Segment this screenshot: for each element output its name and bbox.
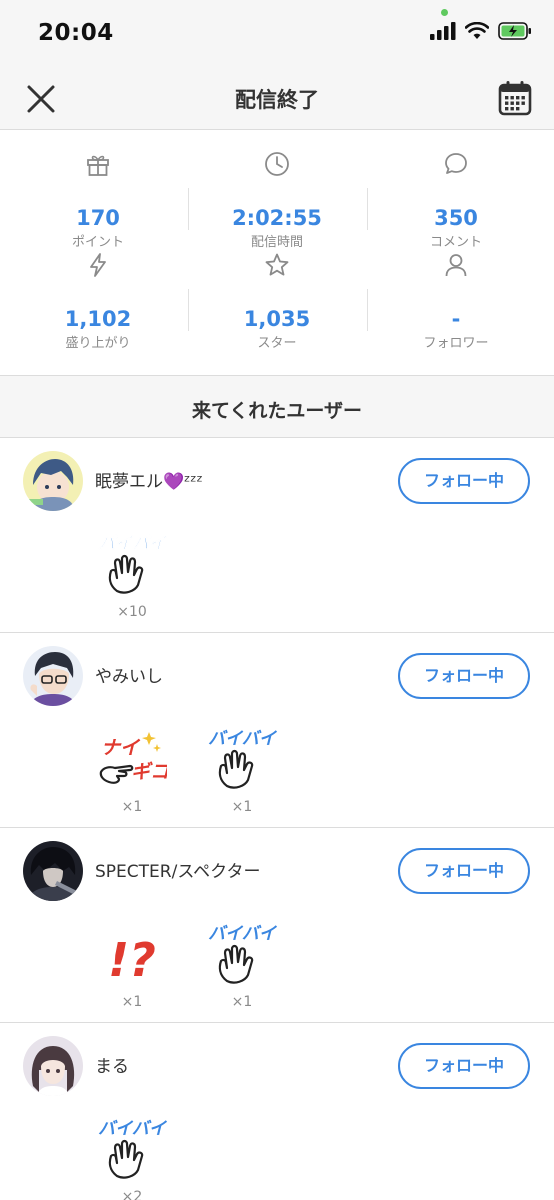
stat-excitement: 1,102 盛り上がり [6,252,190,352]
stat-label: 配信時間 [250,235,303,250]
stamp-text: ギコ [131,761,167,783]
stat-value: 2:02:55 [232,206,322,230]
battery-charging-icon [498,22,531,40]
section-title: 来てくれたユーザー [191,400,363,422]
user-name: やみいし [95,667,163,687]
stamp-count: ×1 [121,994,143,1010]
stat-label: コメント [429,235,482,250]
stamp-baibai: バイバイ ×1 [207,726,277,815]
user-name: SPECTER/スペクター [95,862,261,882]
stat-value: 1,035 [243,307,311,331]
avatar[interactable] [23,451,83,511]
user-name: まる [95,1057,129,1077]
page-title: 配信終了 [235,88,319,112]
wifi-icon [465,22,489,39]
stat-label: ポイント [71,235,124,250]
user-name: 眠夢エル💜ᶻᶻᶻ [95,472,203,492]
avatar[interactable] [23,1036,83,1096]
stamp-count: ×1 [121,799,143,815]
stamp-text: バイバイ [98,1119,167,1139]
stamp-text: バイバイ [208,729,277,749]
divider [367,188,368,230]
stat-points: 170 ポイント [6,151,190,251]
divider [188,289,189,331]
comment-icon [445,153,467,174]
status-bar: 20:04 [0,0,554,68]
camera-indicator-icon [441,9,448,16]
stamp-text: ナイ [101,737,141,759]
stat-value: 1,102 [64,307,132,331]
stat-label: 盛り上がり [65,336,131,351]
stat-stream-time: 2:02:55 配信時間 [185,151,369,251]
follow-button[interactable]: フォロー中 [398,848,530,894]
stamp-text: バイバイ [208,924,277,944]
stamp-count: ×1 [231,799,253,815]
signal-icon [430,22,456,40]
stamp-baibai: バイバイ ×2 [97,1116,167,1200]
stat-value: 350 [434,206,478,230]
clock-icon [265,152,289,176]
stamp-text: バイバイ [98,534,167,554]
user-row: やみいし フォロー中 ナイ ギコ ×1 バイバイ ×1 [0,633,554,828]
user-row: まる フォロー中 バイバイ ×2 [0,1023,554,1200]
gift-icon [87,155,109,176]
status-icons [430,22,532,40]
stamp-exclaim: !? ×1 [97,921,167,1010]
nav-bar: 配信終了 [0,68,554,130]
user-row: 眠夢エル💜ᶻᶻᶻ フォロー中 バイバイ ×10 [0,438,554,633]
stamp-count: ×10 [117,604,147,620]
stat-label: フォロワー [423,336,489,351]
follow-button[interactable]: フォロー中 [398,458,530,504]
status-time: 20:04 [38,20,114,46]
follow-button[interactable]: フォロー中 [398,1043,530,1089]
avatar[interactable] [23,841,83,901]
user-row: SPECTER/スペクター フォロー中 !? ×1 バイバイ ×1 [0,828,554,1023]
avatar[interactable] [23,646,83,706]
lightning-icon [90,253,106,277]
stamp-naisu: ナイ ギコ ×1 [97,726,167,815]
person-icon [445,254,467,277]
calendar-icon[interactable] [498,80,532,116]
stamp-count: ×1 [231,994,253,1010]
stamp-count: ×2 [121,1189,143,1200]
stat-label: スター [257,336,297,351]
stat-value: - [451,307,461,331]
divider [367,289,368,331]
stat-followers: - フォロワー [364,252,548,352]
divider [188,188,189,230]
stamp-text: !? [108,933,156,987]
stat-stars: 1,035 スター [185,252,369,352]
follow-button[interactable]: フォロー中 [398,653,530,699]
stats-panel: 170 ポイント 2:02:55 配信時間 350 コメント 1,102 盛り上… [0,131,554,375]
stamp-baibai: バイバイ ×10 [97,531,167,620]
stamp-baibai: バイバイ ×1 [207,921,277,1010]
section-header: 来てくれたユーザー [0,375,554,438]
stat-value: 170 [76,206,120,230]
stat-comments: 350 コメント [364,151,548,251]
star-icon [265,253,289,276]
